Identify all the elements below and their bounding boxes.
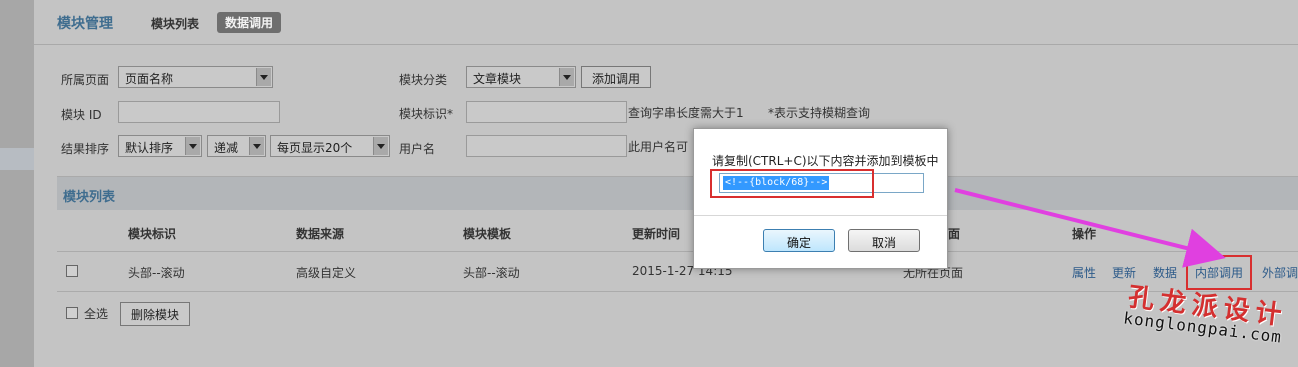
cancel-button[interactable]: 取消 [848,229,920,252]
dialog-prompt: 请复制(CTRL+C)以下内容并添加到模板中 [712,154,939,168]
copy-code-dialog: 请复制(CTRL+C)以下内容并添加到模板中 <!--{block/68}-->… [693,128,948,269]
code-highlight [710,169,874,198]
ok-button[interactable]: 确定 [763,229,835,252]
dialog-divider [694,215,947,216]
annotation-arrow [954,188,1226,268]
